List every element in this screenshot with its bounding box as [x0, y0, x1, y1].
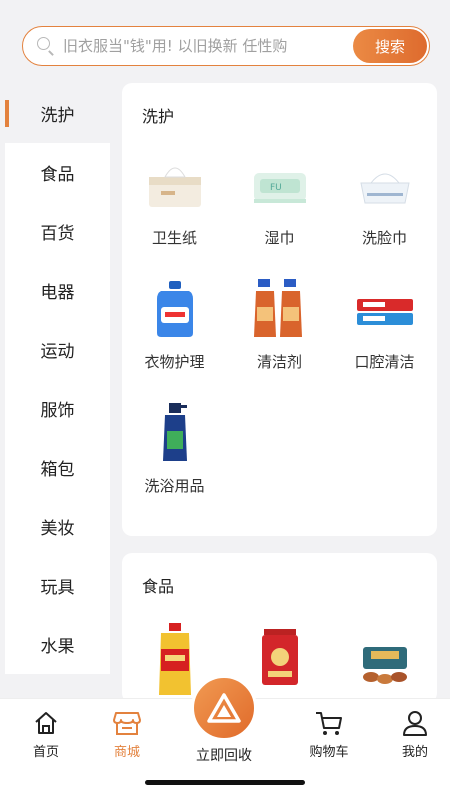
recycle-button[interactable] — [191, 675, 257, 741]
sidebar-item-apparel[interactable]: 服饰 — [5, 379, 110, 438]
nav-mall[interactable]: 商城 — [92, 709, 162, 760]
detergent-bottle-icon — [143, 277, 207, 341]
category-label: 衣物护理 — [144, 353, 205, 371]
product-category-tile[interactable]: 衣物护理 — [122, 277, 227, 385]
spray-bottles-icon — [248, 277, 312, 341]
nav-me-label: 我的 — [401, 745, 428, 760]
section-card-wash-care: 洗护 卫生纸 FU 湿巾 洗脸巾 衣物护理 清洁剂 口腔清洁 洗浴用品 — [122, 83, 437, 536]
store-icon — [113, 712, 141, 735]
sidebar-item-beauty[interactable]: 美妆 — [5, 497, 110, 556]
product-category-tile[interactable]: FU 湿巾 — [227, 153, 332, 261]
search-bar: 搜索 — [22, 26, 430, 66]
face-towel-icon — [353, 153, 417, 217]
section-card-food: 食品 — [122, 553, 437, 703]
sidebar-item-wash-care[interactable]: 洗护 — [5, 84, 110, 143]
section-title: 食品 — [142, 577, 175, 596]
nav-cart[interactable]: 购物车 — [294, 709, 364, 760]
product-category-tile[interactable]: 口腔清洁 — [332, 277, 437, 385]
recycle-icon — [207, 693, 241, 723]
category-label: 口腔清洁 — [354, 353, 415, 371]
home-icon — [35, 712, 57, 734]
cooking-oil-icon — [143, 623, 207, 695]
product-category-tile[interactable]: 洗浴用品 — [122, 401, 227, 509]
search-button[interactable]: 搜索 — [353, 29, 427, 63]
shampoo-bottle-icon — [143, 401, 207, 465]
cart-icon — [316, 712, 342, 735]
product-category-tile[interactable] — [332, 623, 437, 703]
nav-cart-label: 购物车 — [309, 745, 349, 760]
recycle-label[interactable]: 立即回收 — [180, 745, 268, 765]
sidebar-item-sports[interactable]: 运动 — [5, 320, 110, 379]
nav-home-label: 首页 — [32, 745, 59, 760]
wet-wipes-icon: FU — [248, 153, 312, 217]
gift-box-icon — [353, 623, 417, 695]
search-icon — [35, 35, 57, 57]
user-icon — [403, 711, 427, 736]
category-label: 清洁剂 — [256, 353, 302, 371]
category-label: 洗浴用品 — [144, 477, 205, 495]
category-label: 卫生纸 — [151, 229, 197, 247]
nav-home[interactable]: 首页 — [11, 709, 81, 760]
sidebar-item-toys[interactable]: 玩具 — [5, 556, 110, 615]
sidebar-item-fruit[interactable]: 水果 — [5, 615, 110, 674]
sidebar-item-general-goods[interactable]: 百货 — [5, 202, 110, 261]
category-label: 湿巾 — [264, 229, 295, 247]
toothpaste-icon — [353, 277, 417, 341]
sidebar-item-food[interactable]: 食品 — [5, 143, 110, 202]
sidebar-item-bags[interactable]: 箱包 — [5, 438, 110, 497]
product-category-tile[interactable]: 清洁剂 — [227, 277, 332, 385]
tissue-box-icon — [143, 153, 207, 217]
product-category-tile[interactable]: 卫生纸 — [122, 153, 227, 261]
nav-mall-label: 商城 — [113, 745, 140, 760]
category-label: 洗脸巾 — [361, 229, 407, 247]
section-title: 洗护 — [142, 107, 175, 126]
svg-text:FU: FU — [270, 183, 282, 193]
sidebar-item-appliances[interactable]: 电器 — [5, 261, 110, 320]
home-indicator — [145, 780, 305, 785]
search-input[interactable] — [57, 27, 353, 65]
product-category-tile[interactable]: 洗脸巾 — [332, 153, 437, 261]
category-sidebar: 洗护 食品 百货 电器 运动 服饰 箱包 美妆 玩具 水果 — [5, 84, 110, 674]
nav-me[interactable]: 我的 — [380, 709, 450, 760]
rice-bag-icon — [248, 623, 312, 695]
